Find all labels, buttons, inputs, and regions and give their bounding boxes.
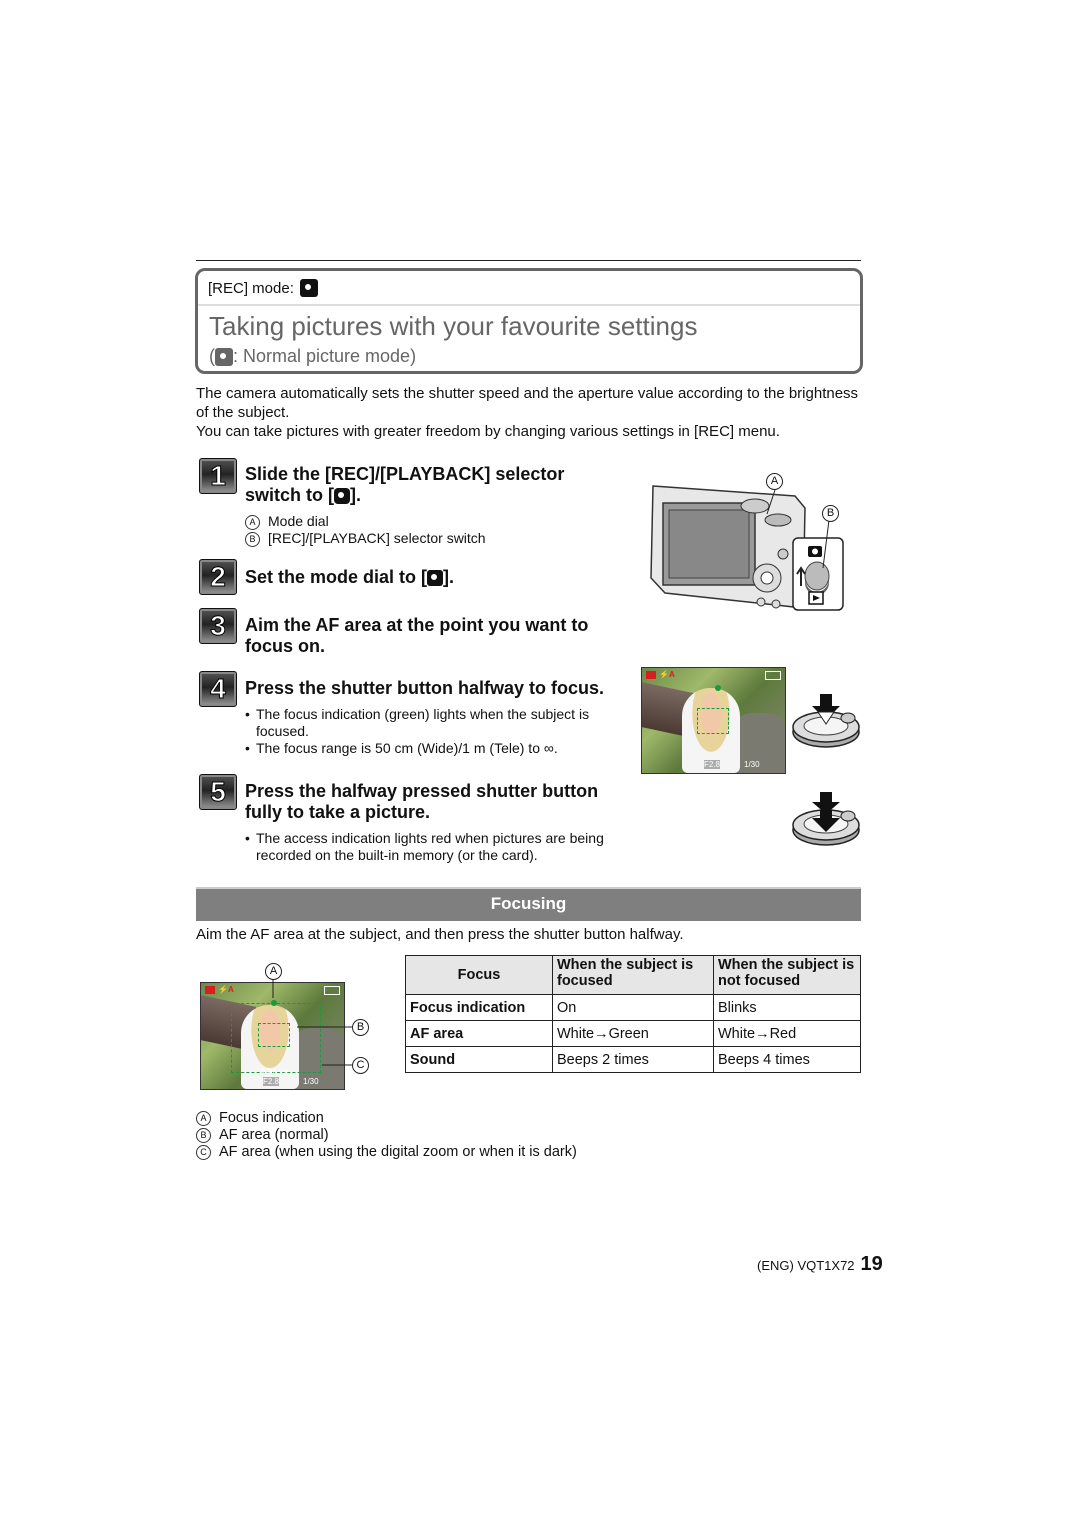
- table-row: Focus indication On Blinks: [405, 994, 861, 1021]
- callout-a-label: A: [766, 473, 783, 490]
- step-5-title-line1: Press the halfway pressed shutter button: [245, 781, 599, 801]
- table-header-cell: When the subject is focused: [552, 955, 714, 995]
- step-3-title: Aim the AF area at the point you want to…: [245, 615, 588, 657]
- battery-icon: [765, 671, 781, 680]
- step-4-title: Press the shutter button halfway to focu…: [245, 678, 605, 698]
- intro-line-2: You can take pictures with greater freed…: [196, 423, 780, 440]
- step-3-title-line2: focus on.: [245, 636, 325, 656]
- step-5-bullet-1: The access indication lights red when pi…: [245, 830, 626, 864]
- normal-picture-mode-icon: [215, 347, 233, 366]
- step-1-note-a: A Mode dial: [245, 513, 486, 530]
- table-row: AF area White→Green White→Red: [405, 1020, 861, 1047]
- step-2-badge: 2: [199, 559, 237, 595]
- table-row: Sound Beeps 2 times Beeps 4 times: [405, 1046, 861, 1073]
- step-2-title: Set the mode dial to [].: [245, 567, 454, 588]
- table-cell: Beeps 4 times: [713, 1046, 861, 1073]
- marker-c-icon: C: [196, 1144, 211, 1160]
- section-header-focusing: Focusing: [196, 887, 861, 921]
- table-row-label: AF area: [405, 1020, 553, 1047]
- marker-a-icon: A: [245, 514, 260, 530]
- table-cell: White→Red: [713, 1020, 861, 1047]
- table-header-cell: Focus: [405, 955, 553, 995]
- table-row-label: Focus indication: [405, 994, 553, 1021]
- page-subtitle: ( : Normal picture mode): [209, 346, 416, 367]
- subtitle-text: : Normal picture mode): [233, 346, 417, 366]
- diagram-label-c: C: [352, 1057, 369, 1074]
- intro-text: The camera automatically sets the shutte…: [196, 384, 864, 441]
- shutter-readout: 1/30: [744, 760, 760, 769]
- rec-mode-indicator-icon: [646, 671, 656, 679]
- page-footer: (ENG) VQT1X72 19: [757, 1253, 883, 1276]
- marker-b-icon: B: [196, 1127, 211, 1143]
- shutter-half-press-icon: [792, 694, 860, 748]
- table-cell: White→Green: [552, 1020, 714, 1047]
- callout-b-label: B: [822, 505, 839, 522]
- aperture-readout: F2.8: [704, 760, 721, 769]
- focus-diagram-leaders: [272, 978, 352, 1066]
- page-number: 19: [860, 1253, 883, 1275]
- rec-mode-label: [REC] mode:: [208, 279, 294, 297]
- legend-text: AF area (normal): [219, 1127, 329, 1143]
- camera-body: [650, 485, 806, 609]
- step-4-bullet-2: The focus range is 50 cm (Wide)/1 m (Tel…: [245, 740, 641, 757]
- marker-a-icon: A: [196, 1110, 211, 1126]
- legend-text: AF area (when using the digital zoom or …: [219, 1144, 577, 1160]
- step-4-badge: 4: [199, 671, 237, 707]
- af-area-frame: [697, 708, 729, 734]
- camera-rec-icon: [334, 488, 350, 505]
- flash-auto-icon: ⚡A: [659, 670, 675, 679]
- table-header-cell: When the subject is not focused: [713, 955, 861, 995]
- lcd-preview-photo: ⚡A F2.8 1/30: [641, 667, 786, 774]
- diagram-label-b: B: [352, 1019, 369, 1036]
- step-3-title-line1: Aim the AF area at the point you want to: [245, 615, 589, 635]
- top-rule: [196, 260, 861, 261]
- step-3-badge: 3: [199, 608, 237, 644]
- note-text: Mode dial: [268, 513, 329, 529]
- step-2-title-suffix: ].: [443, 567, 455, 587]
- step-5-badge: 5: [199, 774, 237, 810]
- header-divider: [198, 304, 860, 306]
- table-cell: On: [552, 994, 714, 1021]
- rec-mode-line: [REC] mode:: [208, 279, 318, 297]
- focusing-instruction: Aim the AF area at the subject, and then…: [196, 926, 684, 943]
- camera-illustration: [650, 485, 844, 611]
- step-1-badge: 1: [199, 458, 237, 494]
- intro-line-1: The camera automatically sets the shutte…: [196, 385, 859, 421]
- shutter-full-press-icon: [792, 792, 860, 846]
- normal-picture-mode-icon: [299, 279, 318, 297]
- step-1-title-line2: switch to [].: [245, 485, 564, 506]
- diagram-label-a: A: [265, 963, 282, 980]
- focus-table: Focus When the subject is focused When t…: [405, 955, 861, 1073]
- note-text: [REC]/[PLAYBACK] selector switch: [268, 530, 486, 546]
- step-1-note-b: B [REC]/[PLAYBACK] selector switch: [245, 530, 486, 547]
- table-cell: Beeps 2 times: [552, 1046, 714, 1073]
- legend-text: Focus indication: [219, 1110, 324, 1126]
- legend-item: B AF area (normal): [196, 1127, 577, 1144]
- step-5-title-line2: fully to take a picture.: [245, 802, 431, 822]
- mode-header-box: [REC] mode: Taking pictures with your fa…: [195, 268, 863, 374]
- marker-b-icon: B: [245, 531, 260, 547]
- step-1-title: Slide the [REC]/[PLAYBACK] selector swit…: [245, 464, 564, 506]
- step-4-bullet-1: The focus indication (green) lights when…: [245, 706, 641, 740]
- table-row-label: Sound: [405, 1046, 553, 1073]
- step-5-title: Press the halfway pressed shutter button…: [245, 781, 598, 823]
- doc-code: (ENG) VQT1X72: [757, 1258, 855, 1273]
- legend-item: A Focus indication: [196, 1110, 577, 1127]
- step-1-title-suffix: ].: [350, 485, 361, 505]
- selector-switch-callout: [792, 537, 844, 611]
- focus-diagram-legend: A Focus indication B AF area (normal) C AF …: [196, 1110, 577, 1161]
- step-1-title-prefix: switch to [: [245, 485, 334, 505]
- step-1-title-line1: Slide the [REC]/[PLAYBACK] selector: [245, 464, 565, 484]
- table-header-row: Focus When the subject is focused When t…: [405, 955, 861, 995]
- step-1-notes: A Mode dial B [REC]/[PLAYBACK] selector sw…: [245, 513, 486, 547]
- focus-indication-icon: [715, 685, 721, 691]
- step-2-title-prefix: Set the mode dial to [: [245, 567, 428, 587]
- legend-item: C AF area (when using the digital zoom or…: [196, 1144, 577, 1161]
- table-cell: Blinks: [713, 994, 861, 1021]
- normal-picture-mode-icon: [427, 570, 444, 587]
- page-title: Taking pictures with your favourite sett…: [209, 311, 698, 341]
